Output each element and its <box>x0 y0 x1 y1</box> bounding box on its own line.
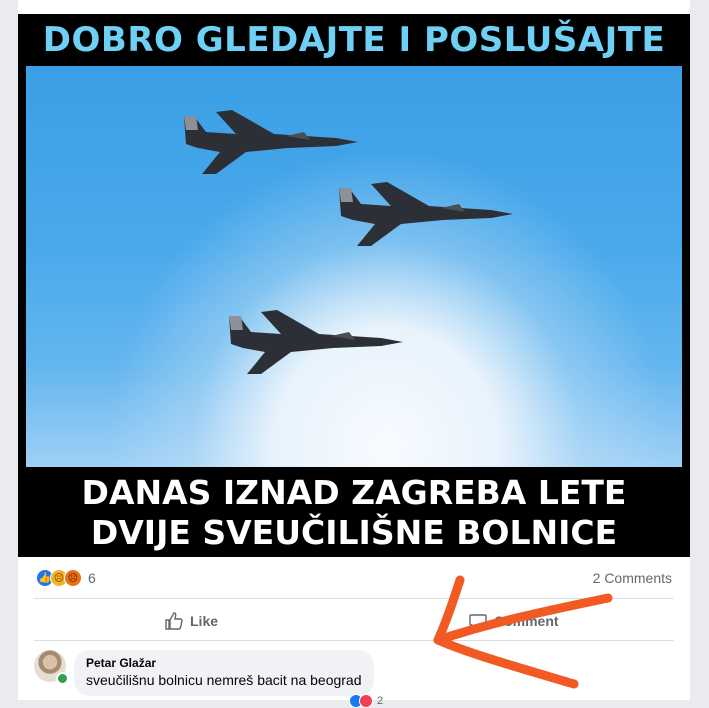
like-button[interactable]: Like <box>164 610 218 632</box>
divider <box>34 640 674 641</box>
jet-icon <box>184 110 358 174</box>
post-card: DOBRO GLEDAJTE I POSLUŠAJTE DANAS IZNAD … <box>18 0 690 708</box>
like-label: Like <box>190 613 219 629</box>
online-status-icon <box>56 672 69 685</box>
comment-label: Comment <box>494 613 559 629</box>
meme-bottom-line-1: DANAS IZNAD ZAGREBA LETE <box>81 473 627 512</box>
jet-icon <box>229 310 403 374</box>
meme-bottom-line-2: DVIJE SVEUČILIŠNE BOLNICE <box>90 513 618 552</box>
comment-reactions[interactable]: 2 <box>349 694 383 708</box>
comment-author[interactable]: Petar Glažar <box>86 655 362 671</box>
comments-count-link[interactable]: 2 Comments <box>593 570 672 586</box>
divider <box>34 598 674 599</box>
meme-image[interactable]: DOBRO GLEDAJTE I POSLUŠAJTE DANAS IZNAD … <box>18 14 690 557</box>
reaction-summary[interactable]: 👍 ☹ ☹ 6 <box>36 568 96 588</box>
comment-bubble: Petar Glažar sveučilišnu bolnicu nemreš … <box>74 650 374 696</box>
thumbs-up-icon <box>165 612 183 630</box>
sky-photo <box>26 66 682 467</box>
jet-icon <box>339 182 513 246</box>
reaction-count: 6 <box>88 570 96 586</box>
love-reaction-icon <box>359 694 373 708</box>
speech-bubble-icon <box>469 614 487 630</box>
comment-button[interactable]: Comment <box>468 610 559 632</box>
comment-reaction-count: 2 <box>377 695 384 707</box>
comment-text: sveučilišnu bolnicu nemreš bacit na beog… <box>86 672 362 688</box>
meme-top-text: DOBRO GLEDAJTE I POSLUŠAJTE <box>42 20 666 60</box>
meme-bottom-text: DANAS IZNAD ZAGREBA LETE DVIJE SVEUČILIŠ… <box>18 467 690 557</box>
angry-reaction-icon: ☹ <box>64 569 82 587</box>
